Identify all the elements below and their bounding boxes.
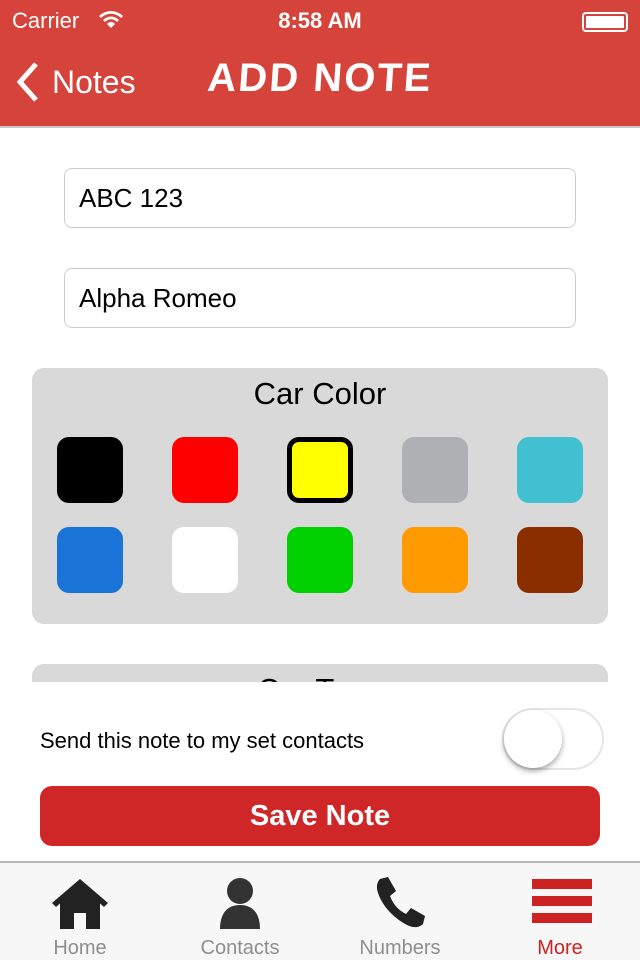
nav-header: Carrier 8:58 AM Notes ADD NOTE — [0, 0, 640, 128]
status-bar: Carrier 8:58 AM — [0, 6, 640, 36]
color-swatch-blue[interactable] — [57, 527, 123, 593]
send-contacts-label: Send this note to my set contacts — [40, 728, 365, 753]
page-title: ADD NOTE — [206, 56, 435, 100]
color-swatch-white[interactable] — [172, 527, 238, 593]
tab-label: More — [537, 937, 583, 959]
color-swatch-green[interactable] — [287, 527, 353, 593]
person-icon — [220, 878, 260, 929]
send-contacts-toggle[interactable] — [502, 708, 604, 770]
tab-home[interactable]: Home — [0, 863, 160, 962]
tab-contacts[interactable]: Contacts — [160, 863, 320, 962]
color-swatch-red[interactable] — [172, 437, 238, 503]
color-swatch-gray[interactable] — [402, 437, 468, 503]
bottom-actions: Send this note to my set contacts Save N… — [0, 682, 640, 862]
tab-label: Home — [53, 937, 107, 959]
car-type-panel: Car Type — [32, 664, 608, 684]
plate-input[interactable] — [64, 168, 576, 228]
battery-icon — [582, 12, 628, 32]
tab-label: Numbers — [359, 937, 441, 959]
color-swatch-brown[interactable] — [517, 527, 583, 593]
tab-label: Contacts — [200, 937, 280, 959]
car-color-panel: Car Color — [32, 368, 608, 624]
car-color-title: Car Color — [253, 376, 387, 411]
home-icon — [52, 879, 108, 929]
clock: 8:58 AM — [278, 8, 362, 33]
model-input[interactable] — [64, 268, 576, 328]
tab-bar: Home Contacts Numbers More — [0, 861, 640, 960]
color-swatch-cyan[interactable] — [517, 437, 583, 503]
color-swatch-orange[interactable] — [402, 527, 468, 593]
toggle-knob — [504, 710, 562, 768]
color-swatch-black[interactable] — [57, 437, 123, 503]
menu-icon — [532, 879, 592, 923]
save-note-button[interactable]: Save Note — [40, 786, 600, 846]
color-swatch-yellow[interactable] — [287, 437, 353, 503]
tab-numbers[interactable]: Numbers — [320, 863, 480, 962]
phone-icon — [376, 877, 425, 928]
tab-more[interactable]: More — [480, 863, 640, 962]
